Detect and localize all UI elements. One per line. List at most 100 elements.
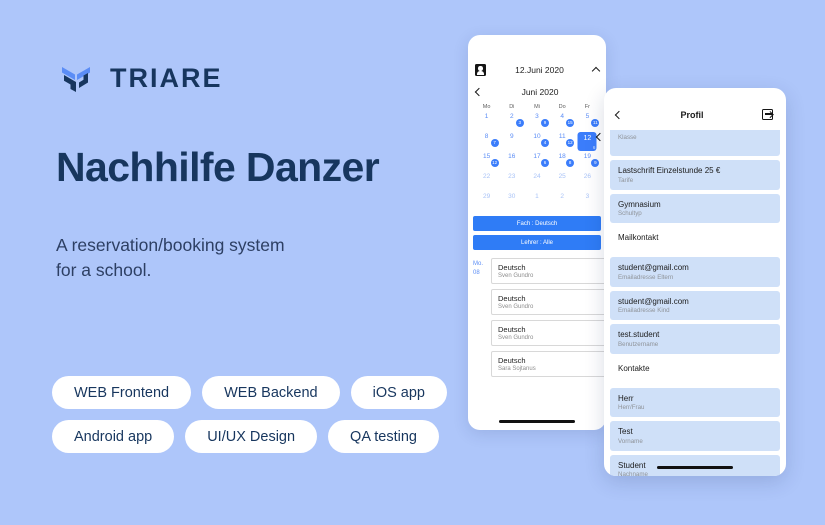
lesson-title: Deutsch — [498, 356, 526, 365]
person-icon[interactable] — [475, 64, 486, 76]
lesson-day-number: 08 — [473, 270, 480, 276]
profile-field-value: Test — [618, 427, 633, 436]
calendar-day-cell[interactable]: 11 12 — [550, 132, 575, 152]
lesson-day-weekday: Mo. — [473, 261, 484, 267]
profile-field-row[interactable]: student@gmail.com Emailadresse Eltern — [610, 257, 780, 287]
next-month-icon[interactable] — [595, 127, 605, 145]
profile-field-label: Herr/Frau — [618, 404, 645, 411]
profile-title: Profil — [680, 110, 704, 120]
calendar-day-cell[interactable]: 23 — [499, 112, 524, 132]
calendar-topbar: 12.Juni 2020 — [468, 55, 606, 85]
profile-field-row[interactable]: Student Nachname — [610, 454, 780, 476]
calendar-month-label: Juni 2020 — [521, 87, 559, 97]
calendar-day-number: 9 — [509, 133, 514, 140]
calendar-weeks: 1 2 3 3 9 4 15 5 11 8 7 9 10 4 11 12 12 6 15 12 16 17 6 18 8 19 9 2… — [474, 112, 600, 212]
calendar-day-badge: 11 — [591, 119, 600, 127]
calendar-day-number: 26 — [583, 173, 592, 180]
calendar-day-number: 2 — [509, 113, 514, 120]
day-header: Mo — [482, 104, 491, 110]
calendar-day-cell[interactable]: 10 4 — [524, 132, 549, 152]
lesson-item[interactable]: Deutsch Sven Gundro — [491, 320, 606, 346]
calendar-day-badge: 3 — [515, 119, 524, 127]
lesson-teacher: Sven Gundro — [498, 273, 534, 279]
calendar-day-number: 23 — [508, 173, 516, 180]
calendar-day-number: 5 — [585, 113, 590, 120]
calendar-day-cell[interactable]: 22 — [474, 172, 499, 192]
tag-android-app[interactable]: Android app — [52, 420, 175, 453]
tag-web-backend[interactable]: WEB Backend — [202, 376, 340, 409]
profile-field-value: test.student — [618, 330, 660, 339]
lesson-title: Deutsch — [498, 263, 526, 272]
calendar-day-number: 2 — [560, 193, 564, 200]
profile-field-value: Herr — [618, 393, 634, 403]
tag-ui-ux-design[interactable]: UI/UX Design — [185, 420, 318, 453]
page-subtitle: A reservation/booking system for a schoo… — [56, 233, 285, 283]
calendar-day-cell[interactable]: 1 — [474, 112, 499, 132]
calendar-day-cell[interactable]: 4 15 — [550, 112, 575, 132]
lesson-teacher: Sven Gundro — [498, 335, 534, 341]
profile-field-label: Schultyp — [618, 210, 642, 217]
lesson-item[interactable]: Deutsch Sven Gundro — [491, 258, 606, 284]
calendar-day-cell[interactable]: 16 — [499, 152, 524, 172]
calendar-day-number: 30 — [508, 193, 516, 200]
profile-field-row[interactable]: Test Vorname — [610, 421, 780, 451]
calendar-day-cell[interactable]: 15 12 — [474, 152, 499, 172]
calendar-day-number: 3 — [585, 193, 590, 200]
logout-icon[interactable] — [762, 109, 774, 121]
calendar-day-number: 24 — [533, 173, 541, 180]
calendar-day-number: 18 — [558, 153, 566, 160]
profile-field-label: Tarife — [618, 176, 634, 184]
tag-row-1: WEB Frontend WEB Backend iOS app — [52, 376, 452, 409]
profile-section-title: Kontakte — [618, 363, 650, 373]
day-header: Do — [558, 104, 566, 110]
profile-field-value: Lastschrift Einzelstunde 25 € — [618, 166, 721, 175]
calendar-day-number: 11 — [558, 133, 566, 140]
calendar-day-badge: 6 — [592, 145, 596, 150]
calendar-day-number: 17 — [533, 153, 541, 160]
calendar-date-label: 12.Juni 2020 — [515, 65, 564, 75]
filter-subject[interactable]: Fach : Deutsch — [473, 216, 601, 231]
calendar-day-badge: 8 — [566, 159, 575, 167]
calendar-day-cell[interactable]: 23 — [499, 172, 524, 192]
lesson-teacher: Sven Gundro — [498, 304, 534, 310]
profile-field-row[interactable]: Lastschrift Einzelstunde 25 € Tarife — [610, 160, 780, 190]
calendar-day-cell[interactable]: 87 — [474, 132, 499, 152]
calendar-day-cell[interactable]: 30 — [499, 192, 524, 212]
profile-field-value: Gymnasium — [618, 199, 661, 209]
profile-field-row[interactable]: Herr Herr/Frau — [610, 387, 780, 417]
calendar-month-row: Juni 2020 — [468, 85, 606, 101]
calendar-day-badge: 4 — [540, 139, 549, 147]
calendar-day-cell[interactable]: 2 — [550, 192, 575, 212]
chevron-up-icon[interactable] — [591, 66, 601, 76]
tag-qa-testing[interactable]: QA testing — [328, 420, 439, 453]
calendar-day-cell[interactable]: 18 8 — [550, 152, 575, 172]
tag-ios-app[interactable]: iOS app — [350, 376, 447, 409]
hero-panel: TRIARE Nachhilfe Danzer A reservation/bo… — [0, 0, 470, 525]
calendar-day-cell[interactable]: 39 — [524, 112, 549, 132]
calendar-day-cell[interactable]: 19 9 — [575, 152, 600, 172]
calendar-day-cell[interactable]: 25 — [550, 172, 575, 192]
tag-web-frontend[interactable]: WEB Frontend — [52, 376, 192, 409]
calendar-day-cell[interactable]: 17 6 — [524, 152, 549, 172]
calendar-day-cell[interactable]: 9 — [499, 132, 524, 152]
lesson-item[interactable]: Deutsch Sven Gundro — [491, 289, 606, 315]
calendar-day-number: 19 — [583, 153, 592, 160]
profile-field-row[interactable]: test.student Benutzername — [610, 324, 780, 354]
filter-teacher[interactable]: Lehrer : Alle — [473, 235, 601, 250]
calendar-day-cell[interactable]: 26 — [575, 172, 600, 192]
profile-field-row[interactable]: Klasse — [610, 130, 780, 156]
calendar-day-cell[interactable]: 29 — [474, 192, 499, 212]
calendar-day-cell[interactable]: 1 — [524, 192, 549, 212]
lesson-item[interactable]: Deutsch Sara Sojtanus — [491, 351, 606, 377]
calendar-day-badge: 9 — [540, 119, 549, 127]
page-subtitle-line1: A reservation/booking system — [56, 235, 285, 255]
lesson-title: Deutsch — [498, 294, 526, 303]
profile-field-row[interactable]: student@gmail.com Emailadresse Kind — [610, 290, 780, 320]
calendar-week-row: 1 2 3 3 9 4 15 5 11 — [474, 112, 600, 132]
profile-field-row[interactable]: Gymnasium Schultyp — [610, 193, 780, 223]
calendar-day-number: 12 — [583, 135, 592, 142]
profile-field-label: Emailadresse Kind — [618, 307, 670, 314]
calendar-day-cell[interactable]: 3 — [575, 192, 600, 212]
calendar-day-cell[interactable]: 24 — [524, 172, 549, 192]
calendar-day-number: 4 — [560, 113, 564, 120]
